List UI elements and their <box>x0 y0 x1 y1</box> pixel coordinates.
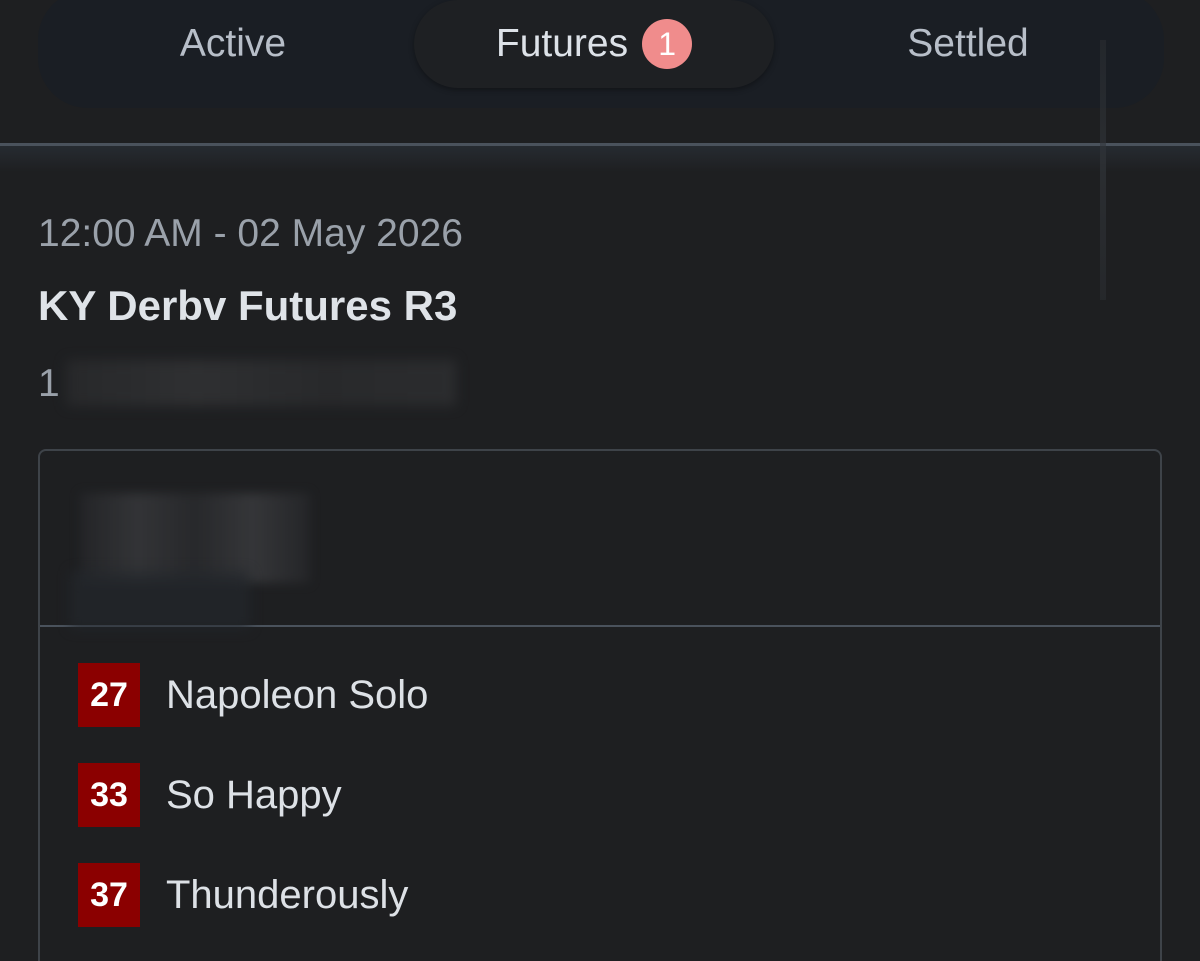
screen: Active Futures 1 Settled 12:00 AM - 02 M… <box>0 0 1200 961</box>
tab-futures-label: Futures <box>495 22 629 65</box>
tab-settled[interactable]: Settled <box>848 0 1088 88</box>
notification-badge: 1 <box>642 19 693 69</box>
scrollbar[interactable] <box>1100 40 1106 300</box>
event-subtitle: 1 <box>38 362 60 405</box>
redacted-text <box>70 571 250 629</box>
runner-row: 33 So Happy <box>38 763 342 827</box>
runner-row: 37 Thunderously <box>38 863 408 927</box>
tab-futures[interactable]: Futures 1 <box>414 0 774 88</box>
tab-bar: Active Futures 1 Settled <box>38 0 1164 108</box>
divider-shadow <box>0 146 1200 172</box>
saddle-cloth-number: 33 <box>78 763 140 827</box>
saddle-cloth-number: 37 <box>78 863 140 927</box>
event-time: 12:00 AM - 02 May 2026 <box>38 212 463 255</box>
redacted-text <box>80 493 310 583</box>
tab-settled-label: Settled <box>907 22 1029 65</box>
tab-active[interactable]: Active <box>138 0 328 88</box>
runner-name: Napoleon Solo <box>166 672 429 717</box>
event-title: KY Derbv Futures R3 <box>38 282 458 329</box>
runner-name: So Happy <box>166 772 342 817</box>
redacted-text <box>66 360 456 406</box>
runner-row: 27 Napoleon Solo <box>38 663 428 727</box>
saddle-cloth-number: 27 <box>78 663 140 727</box>
tab-active-label: Active <box>179 22 287 65</box>
wager-card-header <box>40 451 1160 629</box>
runner-name: Thunderously <box>166 872 409 917</box>
